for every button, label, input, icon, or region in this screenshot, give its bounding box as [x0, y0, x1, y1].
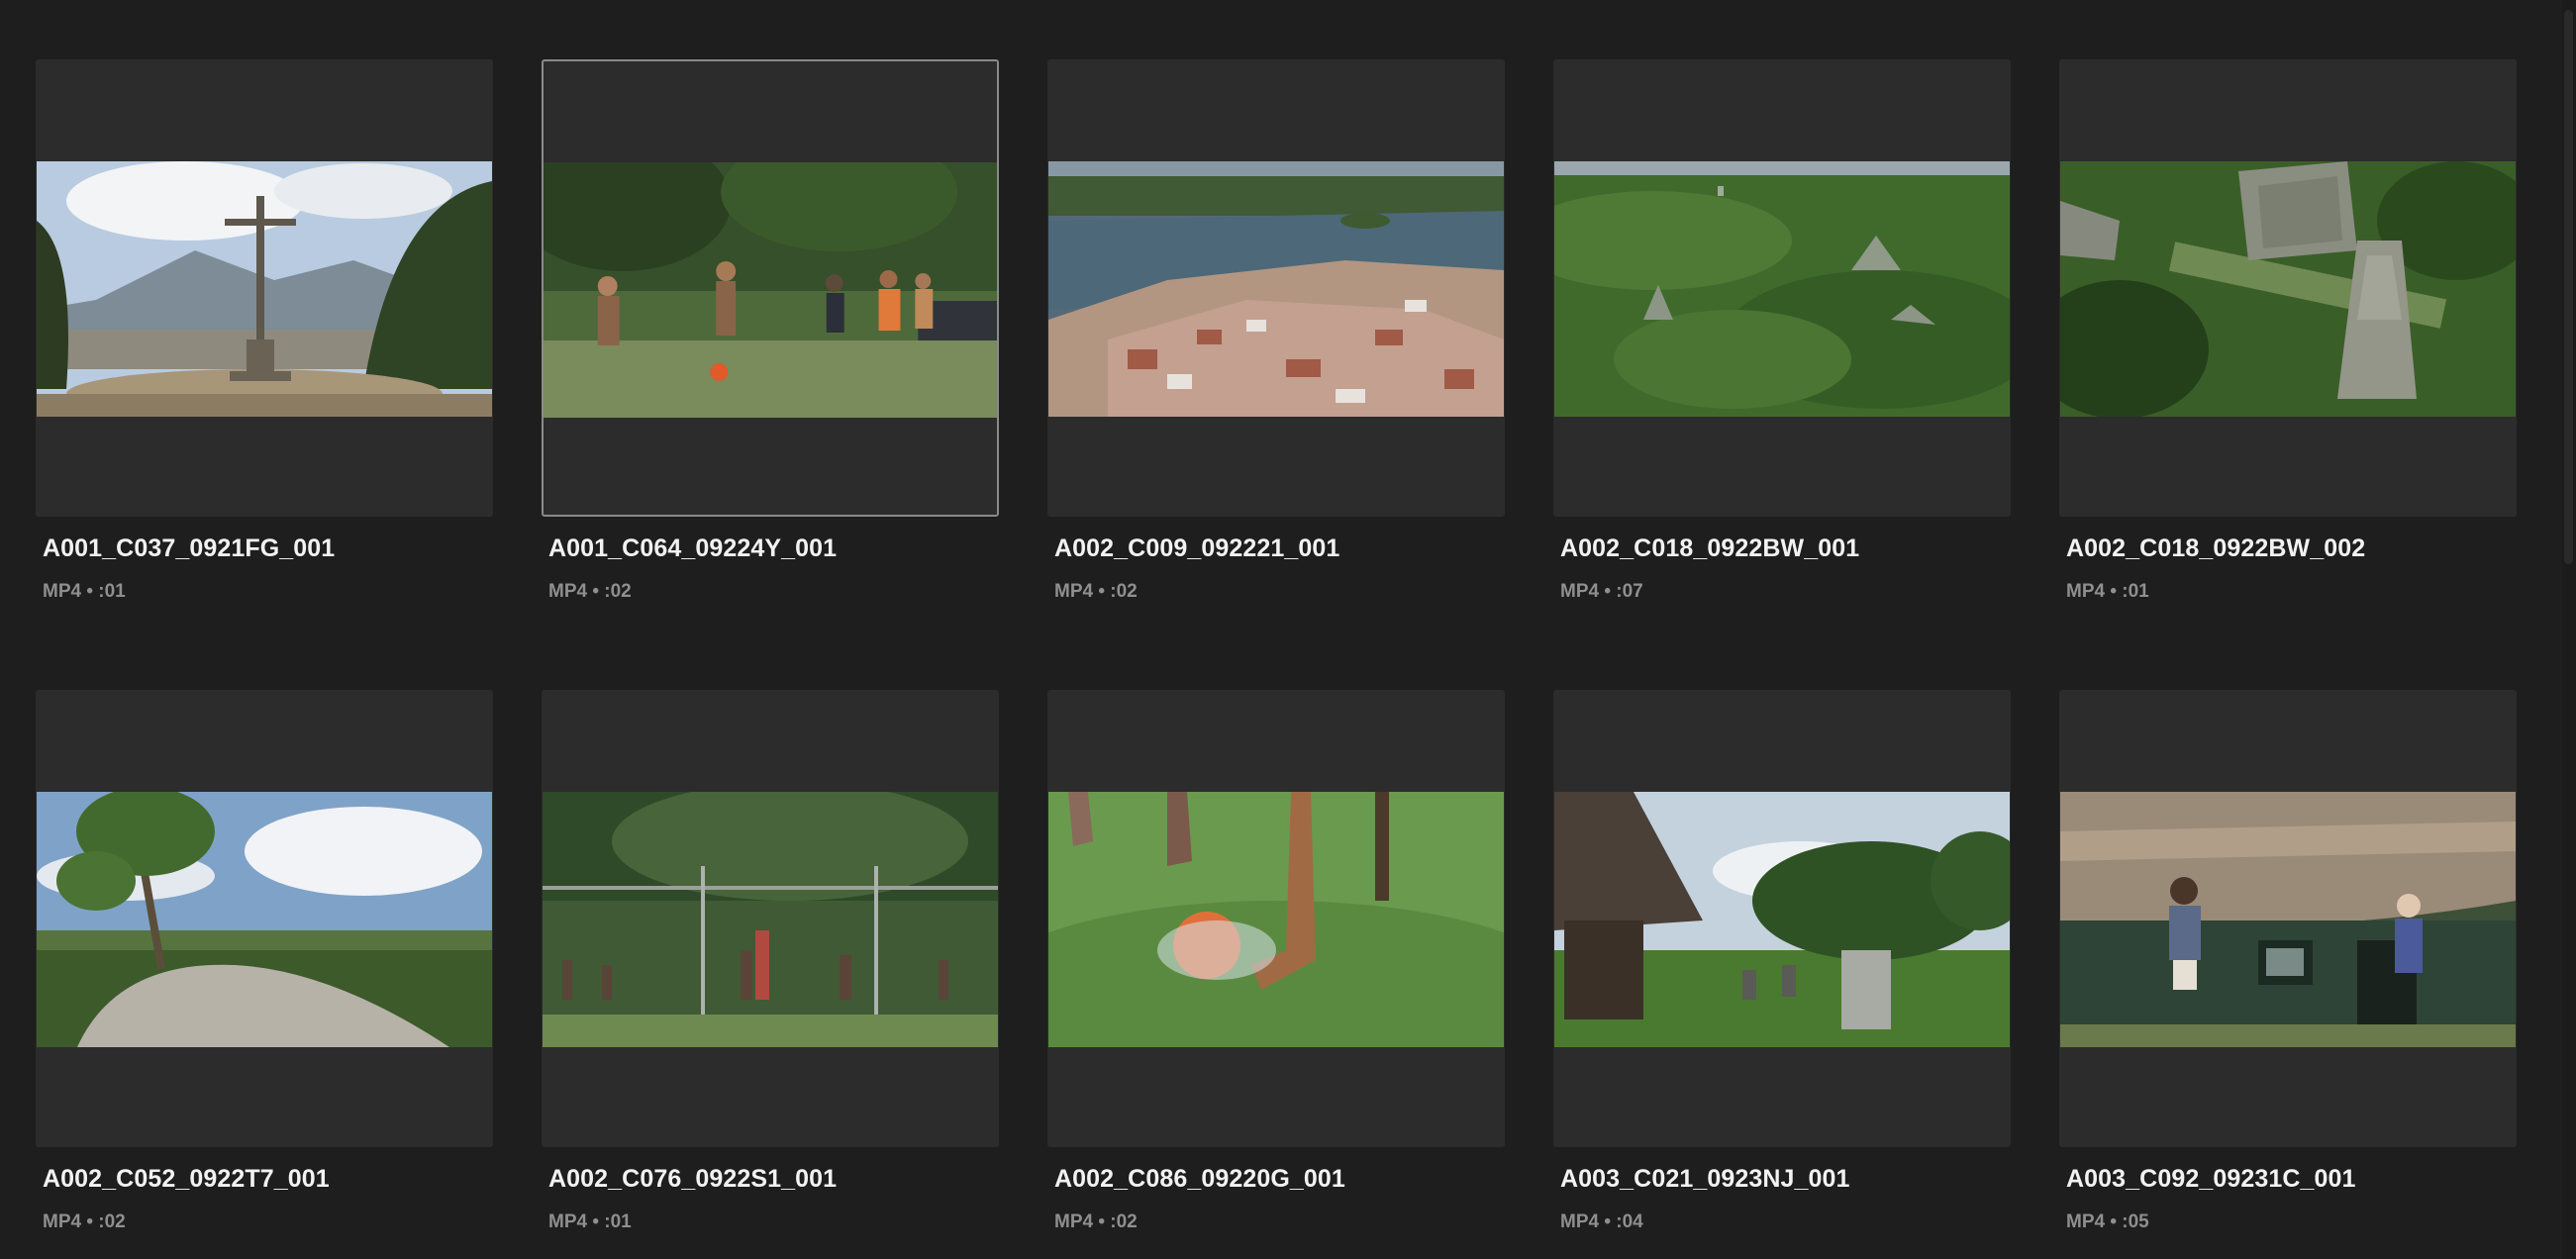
clip-thumbnail[interactable] [36, 59, 493, 517]
clip-name: A003_C092_09231C_001 [2066, 1165, 2356, 1193]
clip-name: A001_C037_0921FG_001 [43, 534, 336, 562]
clip-preview-image [37, 792, 492, 1047]
clip-thumbnail-selected[interactable] [542, 59, 999, 517]
clip-card[interactable]: A001_C064_09224Y_001 MP4 • :02 [542, 59, 999, 603]
clip-thumbnail[interactable] [1047, 59, 1505, 517]
clip-thumbnail[interactable] [2059, 690, 2517, 1147]
scrollbar-thumb[interactable] [2564, 10, 2573, 564]
clip-preview-image [2060, 792, 2516, 1047]
clip-preview-image [544, 162, 997, 418]
vertical-scrollbar[interactable] [2562, 0, 2576, 1259]
clip-card[interactable]: A003_C092_09231C_001 MP4 • :05 [2059, 690, 2517, 1233]
clip-name: A002_C018_0922BW_001 [1560, 534, 1860, 562]
clip-meta: MP4 • :05 [2066, 1211, 2149, 1232]
clip-card[interactable]: A002_C018_0922BW_002 MP4 • :01 [2059, 59, 2517, 603]
clip-thumbnail[interactable] [1553, 59, 2011, 517]
clip-meta: MP4 • :02 [1054, 1211, 1138, 1232]
clip-name: A001_C064_09224Y_001 [548, 534, 838, 562]
clip-grid: A001_C037_0921FG_001 MP4 • :01 A001_C064… [0, 0, 2576, 1259]
clip-meta: MP4 • :02 [43, 1211, 126, 1232]
clip-meta: MP4 • :02 [548, 581, 632, 602]
clip-meta: MP4 • :01 [548, 1211, 632, 1232]
clip-card[interactable]: A003_C021_0923NJ_001 MP4 • :04 [1553, 690, 2011, 1233]
clip-card[interactable]: A002_C076_0922S1_001 MP4 • :01 [542, 690, 999, 1233]
clip-thumbnail[interactable] [36, 690, 493, 1147]
clip-preview-image [1048, 161, 1504, 417]
clip-name: A002_C052_0922T7_001 [43, 1165, 330, 1193]
clip-preview-image [1554, 161, 2010, 417]
clip-card[interactable]: A002_C018_0922BW_001 MP4 • :07 [1553, 59, 2011, 603]
clip-meta: MP4 • :02 [1054, 581, 1138, 602]
clip-name: A002_C018_0922BW_002 [2066, 534, 2366, 562]
clip-preview-image [37, 161, 492, 417]
clip-thumbnail[interactable] [1047, 690, 1505, 1147]
clip-card[interactable]: A001_C037_0921FG_001 MP4 • :01 [36, 59, 493, 603]
clip-card[interactable]: A002_C052_0922T7_001 MP4 • :02 [36, 690, 493, 1233]
clip-card[interactable]: A002_C009_092221_001 MP4 • :02 [1047, 59, 1505, 603]
clip-preview-image [1554, 792, 2010, 1047]
clip-preview-image [1048, 792, 1504, 1047]
clip-thumbnail[interactable] [2059, 59, 2517, 517]
clip-thumbnail[interactable] [542, 690, 999, 1147]
clip-preview-image [2060, 161, 2516, 417]
clip-thumbnail[interactable] [1553, 690, 2011, 1147]
clip-card[interactable]: A002_C086_09220G_001 MP4 • :02 [1047, 690, 1505, 1233]
clip-meta: MP4 • :01 [43, 581, 126, 602]
clip-name: A002_C009_092221_001 [1054, 534, 1340, 562]
clip-meta: MP4 • :07 [1560, 581, 1643, 602]
clip-name: A002_C086_09220G_001 [1054, 1165, 1345, 1193]
clip-name: A002_C076_0922S1_001 [548, 1165, 838, 1193]
clip-meta: MP4 • :04 [1560, 1211, 1643, 1232]
clip-name: A003_C021_0923NJ_001 [1560, 1165, 1850, 1193]
clip-preview-image [543, 792, 998, 1047]
clip-meta: MP4 • :01 [2066, 581, 2149, 602]
